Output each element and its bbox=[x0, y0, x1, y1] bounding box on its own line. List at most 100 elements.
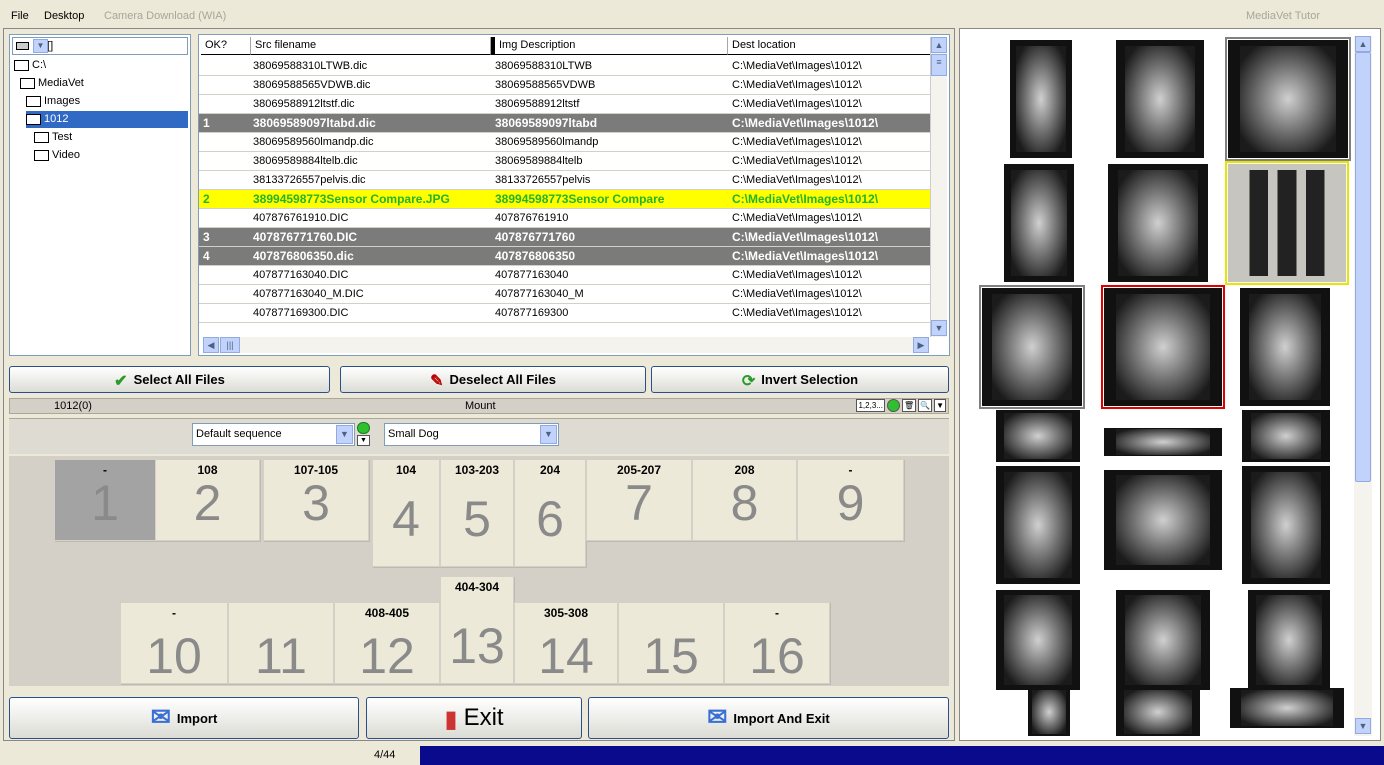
mount-slot-5[interactable]: 103-203 5 bbox=[440, 459, 514, 567]
scroll-up-icon[interactable]: ▲ bbox=[931, 37, 947, 53]
scroll-right-icon[interactable]: ▶ bbox=[913, 337, 929, 353]
xray-thumbnail[interactable] bbox=[996, 410, 1080, 462]
column-header-desc[interactable]: Img Description bbox=[491, 37, 728, 55]
table-row[interactable]: 38069588565VDWB.dic 38069588565VDWB C:\Med… bbox=[199, 76, 932, 95]
table-row[interactable]: 38069588912ltstf.dic 38069588912ltstf C:\M… bbox=[199, 95, 932, 114]
xray-thumbnail[interactable] bbox=[1116, 590, 1210, 690]
xray-thumbnail[interactable] bbox=[1116, 688, 1200, 736]
mount-slot-10[interactable]: - 10 bbox=[120, 602, 228, 684]
numbering-button[interactable]: 1,2,3... bbox=[856, 399, 885, 412]
table-row[interactable]: 407877163040.DIC 407877163040 C:\MediaVet\… bbox=[199, 266, 932, 285]
zoom-icon[interactable]: 🔍 bbox=[918, 399, 933, 412]
thumbnail-scroll-thumb[interactable] bbox=[1355, 52, 1371, 482]
trash-icon[interactable]: 🗑 bbox=[901, 399, 917, 412]
grid-horizontal-scrollbar[interactable]: ◀ ||| ▶ bbox=[203, 337, 929, 353]
scroll-thumb[interactable]: ≡ bbox=[931, 54, 947, 76]
grid-vertical-scrollbar[interactable]: ▲ ≡ ▼ bbox=[930, 37, 947, 337]
xray-thumbnail[interactable] bbox=[1116, 40, 1204, 158]
mount-slot-9[interactable]: -9 bbox=[797, 459, 904, 541]
mount-slot-3[interactable]: 107-105 3 bbox=[263, 459, 369, 541]
cell-dest: C:\MediaVet\Images\1012\ bbox=[732, 116, 879, 130]
scroll-down-icon[interactable]: ▼ bbox=[1355, 718, 1371, 734]
xray-thumbnail[interactable] bbox=[1242, 466, 1330, 584]
table-row[interactable]: 4 407876806350.dic 407876806350 C:\MediaVet… bbox=[199, 247, 932, 266]
xray-thumbnail[interactable] bbox=[1104, 428, 1222, 456]
scroll-left-icon[interactable]: ◀ bbox=[203, 337, 219, 353]
table-row[interactable]: 38133726557pelvis.dic 38133726557pelvis C:… bbox=[199, 171, 932, 190]
table-row[interactable]: 2 38994598773Sensor Compare.JPG 3899459877… bbox=[199, 190, 932, 209]
mount-slot-12[interactable]: 408-405 12 bbox=[334, 602, 440, 684]
select-all-button[interactable]: ✔ Select All Files bbox=[9, 366, 330, 393]
cell-src: 38069589097ltabd.dic bbox=[253, 116, 376, 130]
xray-thumbnail[interactable] bbox=[1240, 288, 1330, 406]
xray-thumbnail[interactable] bbox=[1108, 164, 1208, 282]
table-row[interactable]: 38069589884ltelb.dic 38069589884ltelb C:\M… bbox=[199, 152, 932, 171]
table-row[interactable]: 38069588310LTWB.dic 38069588310LTWB C:\Med… bbox=[199, 57, 932, 76]
xray-thumbnail[interactable] bbox=[1225, 37, 1351, 161]
tree-item-test[interactable]: Test bbox=[34, 129, 72, 146]
image-count: 4/44 bbox=[374, 749, 396, 761]
mount-slot-13[interactable]: 404-304 13 bbox=[440, 576, 514, 684]
column-header-src[interactable]: Src filename bbox=[251, 37, 491, 55]
chevron-down-icon[interactable]: ▼ bbox=[540, 425, 557, 444]
tree-item-mediavet[interactable]: MediaVet bbox=[20, 75, 84, 92]
import-and-exit-button[interactable]: ✉ Import And Exit bbox=[588, 697, 949, 739]
table-row[interactable]: 38069589560lmandp.dic 38069589560lmandp C:… bbox=[199, 133, 932, 152]
mount-slot-7[interactable]: 205-207 7 bbox=[586, 459, 692, 541]
slot-number: 5 bbox=[463, 491, 491, 547]
xray-thumbnail[interactable] bbox=[979, 285, 1085, 409]
template-select[interactable]: Small Dog ▼ bbox=[384, 423, 559, 446]
xray-thumbnail[interactable] bbox=[996, 590, 1080, 690]
import-button[interactable]: ✉ Import bbox=[9, 697, 359, 739]
green-dot-icon[interactable] bbox=[886, 399, 900, 412]
xray-thumbnail[interactable] bbox=[1230, 688, 1344, 728]
tree-item-images[interactable]: Images bbox=[26, 93, 80, 110]
table-row[interactable]: 407877169300.DIC 407877169300 C:\MediaVet\… bbox=[199, 304, 932, 323]
xray-thumbnail[interactable] bbox=[1104, 470, 1222, 570]
menu-camera-download[interactable]: Camera Download (WIA) bbox=[104, 10, 226, 22]
drive-select[interactable]: C: [] ▼ bbox=[12, 37, 188, 55]
mount-slot-6[interactable]: 204 6 bbox=[514, 459, 586, 567]
deselect-all-button[interactable]: ✎ Deselect All Files bbox=[340, 366, 646, 393]
mount-slot-4[interactable]: 104 4 bbox=[372, 459, 440, 567]
xray-thumbnail[interactable] bbox=[1004, 164, 1074, 282]
mount-slot-1[interactable]: -1 bbox=[54, 459, 156, 541]
xray-thumbnail[interactable] bbox=[1225, 161, 1349, 285]
green-status-icon[interactable] bbox=[357, 422, 370, 434]
mount-slot-11[interactable]: 11 bbox=[228, 602, 334, 684]
scroll-down-icon[interactable]: ▼ bbox=[931, 320, 947, 336]
mount-slot-8[interactable]: 208 8 bbox=[692, 459, 797, 541]
xray-thumbnail[interactable] bbox=[1242, 410, 1330, 462]
mount-slot-15[interactable]: 15 bbox=[618, 602, 724, 684]
table-row[interactable]: 3 407876771760.DIC 407876771760 C:\MediaVet… bbox=[199, 228, 932, 247]
table-row[interactable]: 407877163040_M.DIC 407877163040_M C:\Media… bbox=[199, 285, 932, 304]
scroll-up-icon[interactable]: ▲ bbox=[1355, 36, 1371, 52]
xray-image bbox=[1239, 169, 1335, 277]
xray-thumbnail[interactable] bbox=[1248, 590, 1330, 690]
table-row[interactable]: 407876761910.DIC 407876761910 C:\MediaVet\… bbox=[199, 209, 932, 228]
down-arrow-icon[interactable]: ▼ bbox=[357, 435, 370, 446]
sequence-select[interactable]: Default sequence ▼ bbox=[192, 423, 355, 446]
mount-slot-2[interactable]: 108 2 bbox=[155, 459, 260, 541]
hscroll-thumb[interactable]: ||| bbox=[220, 337, 240, 353]
exit-button[interactable]: ▮ Exit bbox=[366, 697, 582, 739]
tree-item-video[interactable]: Video bbox=[34, 147, 80, 164]
menu-desktop[interactable]: Desktop bbox=[44, 10, 84, 22]
invert-selection-button[interactable]: ⟳ Invert Selection bbox=[651, 366, 949, 393]
chevron-down-icon[interactable]: ▼ bbox=[33, 39, 48, 53]
table-row[interactable]: 1 38069589097ltabd.dic 38069589097ltabd C:\… bbox=[199, 114, 932, 133]
dropdown-icon[interactable]: ▼ bbox=[934, 399, 946, 412]
chevron-down-icon[interactable]: ▼ bbox=[336, 425, 353, 444]
tree-item-1012[interactable]: 1012 bbox=[26, 111, 188, 128]
mount-slot-16[interactable]: - 16 bbox=[724, 602, 830, 684]
column-header-ok[interactable]: OK? bbox=[201, 37, 251, 55]
menu-file[interactable]: File bbox=[11, 10, 29, 22]
xray-thumbnail[interactable] bbox=[996, 466, 1080, 584]
tree-item-c-root[interactable]: C:\ bbox=[14, 57, 46, 74]
cell-ok: 4 bbox=[203, 249, 210, 263]
xray-thumbnail[interactable] bbox=[1028, 688, 1070, 736]
xray-thumbnail[interactable] bbox=[1010, 40, 1072, 158]
column-header-dest[interactable]: Dest location bbox=[728, 37, 932, 55]
mount-slot-14[interactable]: 305-308 14 bbox=[514, 602, 618, 684]
xray-thumbnail[interactable] bbox=[1101, 285, 1225, 409]
